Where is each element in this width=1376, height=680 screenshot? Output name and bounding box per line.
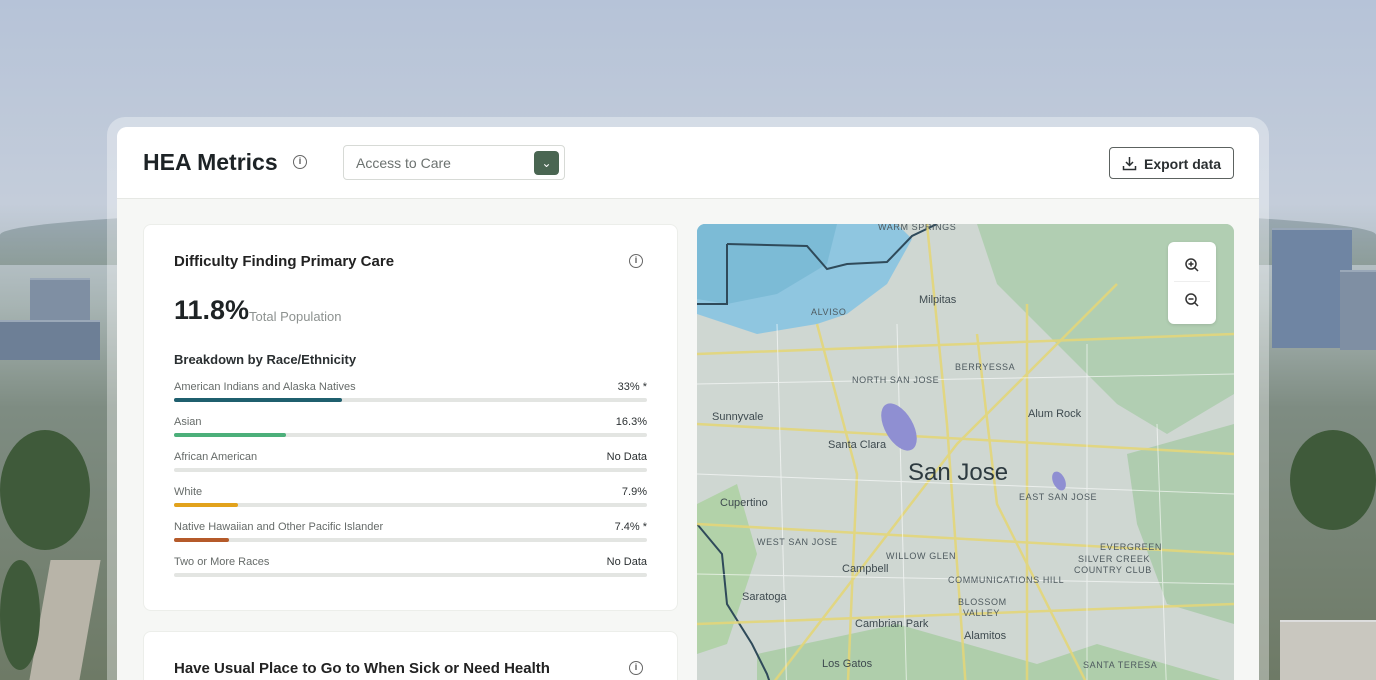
map-label: WEST SAN JOSE	[757, 537, 838, 547]
progress-fill	[174, 398, 342, 402]
row-value: No Data	[606, 451, 647, 463]
background-building	[1280, 620, 1376, 680]
progress-fill	[174, 538, 230, 542]
progress-fill	[174, 503, 238, 507]
metric-select-value: Access to Care	[356, 155, 451, 171]
info-icon[interactable]: i	[629, 661, 643, 675]
map-label: VALLEY	[963, 608, 1000, 618]
map-label: Alamitos	[964, 630, 1007, 642]
map-label: Cupertino	[720, 497, 768, 509]
card-title: Difficulty Finding Primary Care	[174, 253, 395, 270]
breakdown-row: Native Hawaiian and Other Pacific Island…	[174, 521, 647, 551]
row-label: American Indians and Alaska Natives	[174, 381, 356, 393]
row-label: Two or More Races	[174, 556, 270, 568]
row-value: 33% *	[617, 381, 647, 393]
breakdown-row: American Indians and Alaska Natives 33% …	[174, 381, 647, 411]
download-icon	[1122, 157, 1137, 171]
progress-track	[174, 503, 647, 507]
progress-track	[174, 433, 647, 437]
row-value: 7.4% *	[614, 521, 647, 533]
map-label: Alum Rock	[1028, 408, 1082, 420]
total-label: Total Population	[249, 309, 342, 324]
app-window: HEA Metrics i Access to Care ⌄ Export da…	[117, 127, 1259, 680]
metric-card-usual-place: Have Usual Place to Go to When Sick or N…	[143, 631, 678, 680]
map-label: COMMUNICATIONS HILL	[948, 575, 1065, 585]
export-data-button[interactable]: Export data	[1109, 147, 1234, 179]
zoom-out-button[interactable]	[1174, 284, 1210, 317]
map-label: WILLOW GLEN	[886, 551, 957, 561]
map-label: Sunnyvale	[712, 411, 764, 423]
row-value: 7.9%	[621, 486, 647, 498]
progress-track	[174, 468, 647, 472]
breakdown-row: Asian 16.3%	[174, 416, 647, 446]
map-label: BERRYESSA	[955, 362, 1016, 372]
progress-track	[174, 538, 647, 542]
breakdown-row: Two or More Races No Data	[174, 556, 647, 586]
app-header: HEA Metrics i Access to Care ⌄ Export da…	[117, 127, 1259, 199]
progress-track	[174, 398, 647, 402]
background-building	[0, 320, 100, 360]
background-building	[1340, 270, 1376, 350]
background-road	[29, 560, 101, 680]
map-label: SANTA TERESA	[1083, 660, 1158, 670]
map-label: NORTH SAN JOSE	[852, 375, 940, 385]
metric-select[interactable]: Access to Care ⌄	[343, 145, 565, 180]
zoom-in-button[interactable]	[1174, 249, 1210, 282]
row-value: No Data	[606, 556, 647, 568]
row-label: White	[174, 486, 203, 498]
map-label-city: San Jose	[908, 459, 1009, 486]
breakdown-title: Breakdown by Race/Ethnicity	[174, 352, 357, 367]
map-label: Saratoga	[742, 591, 787, 603]
map-label: SILVER CREEK	[1078, 554, 1151, 564]
background-trees	[1290, 430, 1376, 530]
card-title: Have Usual Place to Go to When Sick or N…	[174, 660, 550, 677]
export-data-label: Export data	[1144, 156, 1222, 172]
map-label: EVERGREEN	[1100, 542, 1162, 552]
row-label: African American	[174, 451, 258, 463]
map-label: Campbell	[842, 563, 889, 575]
breakdown-row: African American No Data	[174, 451, 647, 481]
progress-fill	[174, 433, 287, 437]
map-label: Cambrian Park	[855, 618, 929, 630]
map-label: Milpitas	[919, 294, 957, 306]
metric-card-primary-care: Difficulty Finding Primary Care i 11.8% …	[143, 224, 678, 611]
map-view[interactable]: WARM SPRINGS Milpitas ALVISO BERRYESSA N…	[697, 224, 1234, 680]
row-label: Native Hawaiian and Other Pacific Island…	[174, 521, 384, 533]
zoom-out-icon	[1185, 293, 1199, 307]
zoom-controls	[1168, 242, 1216, 324]
map-label: WARM SPRINGS	[878, 224, 957, 232]
background-trees	[0, 430, 90, 550]
map-label: ALVISO	[811, 307, 847, 317]
row-label: Asian	[174, 416, 202, 428]
progress-track	[174, 573, 647, 577]
breakdown-row: White 7.9%	[174, 486, 647, 516]
map-label: Santa Clara	[828, 439, 887, 451]
row-value: 16.3%	[615, 416, 647, 428]
map-label: COUNTRY CLUB	[1074, 565, 1152, 575]
info-icon[interactable]: i	[293, 155, 307, 169]
map-label: BLOSSOM	[958, 597, 1007, 607]
chevron-down-icon[interactable]: ⌄	[534, 151, 559, 175]
info-icon[interactable]: i	[629, 254, 643, 268]
map-label: Los Gatos	[822, 658, 873, 670]
total-value: 11.8%	[174, 295, 250, 325]
background-trees	[0, 560, 40, 670]
zoom-in-icon	[1185, 258, 1199, 272]
map-label: EAST SAN JOSE	[1019, 492, 1098, 502]
page-title: HEA Metrics	[143, 149, 278, 175]
